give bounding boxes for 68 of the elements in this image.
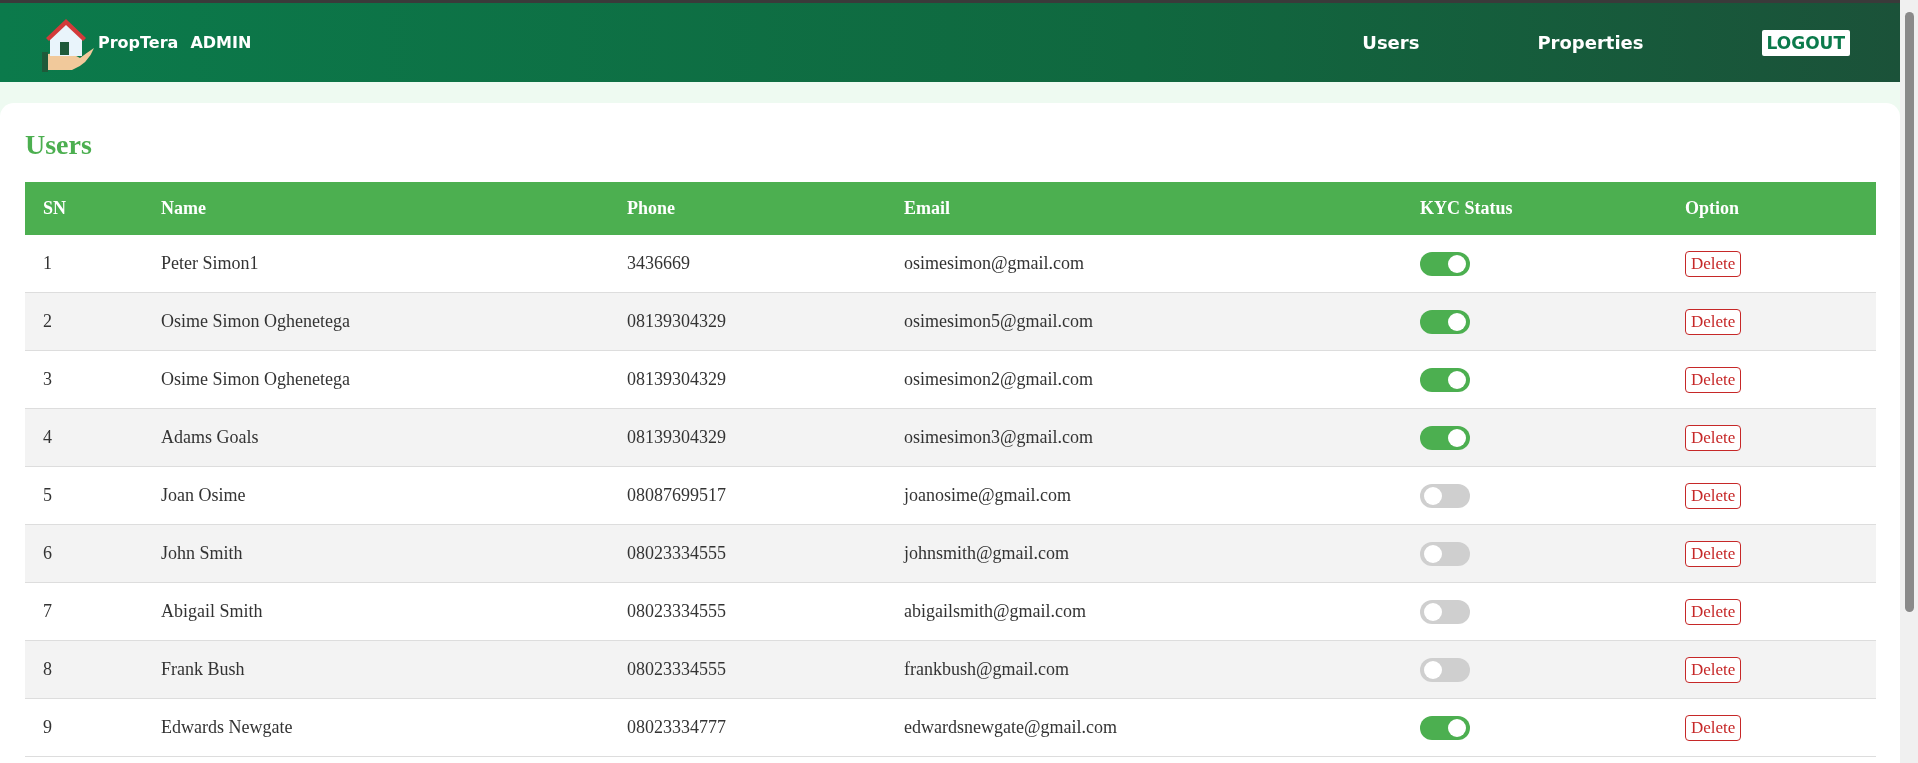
delete-button[interactable]: Delete — [1685, 424, 1742, 451]
table-cell: 5 — [25, 466, 143, 525]
table-cell: Joan Osime — [143, 466, 609, 525]
table-cell: edwardsnewgate@gmail.com — [886, 698, 1402, 757]
column-header: KYC Status — [1402, 182, 1667, 235]
kyc-toggle[interactable] — [1420, 425, 1470, 450]
table-cell: joanosime@gmail.com — [886, 466, 1402, 525]
table-cell: 3436669 — [609, 235, 886, 293]
table-cell: Abigail Smith — [143, 582, 609, 641]
kyc-toggle[interactable] — [1420, 715, 1470, 740]
table-cell: osimesimon@gmail.com — [886, 235, 1402, 293]
table-cell: 08023334555 — [609, 582, 886, 641]
table-cell: Osime Simon Oghenetega — [143, 292, 609, 351]
table-cell: osimesimon3@gmail.com — [886, 408, 1402, 467]
table-cell: abigailsmith@gmail.com — [886, 582, 1402, 641]
kyc-toggle[interactable] — [1420, 541, 1470, 566]
kyc-toggle[interactable] — [1420, 309, 1470, 334]
delete-button[interactable]: Delete — [1685, 308, 1742, 335]
brand-suffix: ADMIN — [190, 33, 252, 52]
table-cell: 6 — [25, 524, 143, 583]
delete-button[interactable]: Delete — [1685, 540, 1742, 567]
delete-button[interactable]: Delete — [1685, 250, 1742, 277]
table-cell: Peter Simon1 — [143, 235, 609, 293]
table-cell: 4 — [25, 408, 143, 467]
brand-name: PropTera — [98, 33, 179, 52]
table-cell: 08087699517 — [609, 466, 886, 525]
table-cell: osimesimon5@gmail.com — [886, 292, 1402, 351]
table-cell: 08139304329 — [609, 408, 886, 467]
table-cell: Edwards Newgate — [143, 698, 609, 757]
table-cell: 08139304329 — [609, 350, 886, 409]
scrollbar[interactable] — [1900, 0, 1918, 763]
column-header: Option — [1667, 182, 1876, 235]
table-cell: frankbush@gmail.com — [886, 640, 1402, 699]
table-cell: John Smith — [143, 524, 609, 583]
table-cell: Osime Simon Oghenetega — [143, 350, 609, 409]
logout-button[interactable]: LOGOUT — [1761, 29, 1850, 56]
delete-button[interactable]: Delete — [1685, 482, 1742, 509]
kyc-toggle[interactable] — [1420, 483, 1470, 508]
page-title: Users — [25, 129, 93, 161]
table-cell: 08023334555 — [609, 640, 886, 699]
scrollbar-thumb[interactable] — [1904, 12, 1914, 612]
table-cell: 3 — [25, 350, 143, 409]
delete-button[interactable]: Delete — [1685, 656, 1742, 683]
column-header: SN — [25, 182, 143, 235]
delete-button[interactable]: Delete — [1685, 714, 1742, 741]
table-cell: 2 — [25, 292, 143, 351]
kyc-toggle[interactable] — [1420, 599, 1470, 624]
table-cell: 9 — [25, 698, 143, 757]
table-cell: osimesimon2@gmail.com — [886, 350, 1402, 409]
kyc-toggle[interactable] — [1420, 657, 1470, 682]
table-cell: 7 — [25, 582, 143, 641]
column-header: Name — [143, 182, 609, 235]
table-cell: 1 — [25, 235, 143, 293]
table-cell: johnsmith@gmail.com — [886, 524, 1402, 583]
kyc-toggle[interactable] — [1420, 367, 1470, 392]
table-cell: 8 — [25, 640, 143, 699]
column-header: Phone — [609, 182, 886, 235]
delete-button[interactable]: Delete — [1685, 366, 1742, 393]
table-cell: 08023334555 — [609, 524, 886, 583]
column-header: Email — [886, 182, 1402, 235]
nav-link[interactable]: Properties — [1537, 32, 1644, 53]
table-cell: Frank Bush — [143, 640, 609, 699]
table-cell: 08139304329 — [609, 292, 886, 351]
delete-button[interactable]: Delete — [1685, 598, 1742, 625]
nav-link[interactable]: Users — [1362, 32, 1420, 53]
table-cell: Adams Goals — [143, 408, 609, 467]
kyc-toggle[interactable] — [1420, 251, 1470, 276]
table-cell: 08023334777 — [609, 698, 886, 757]
